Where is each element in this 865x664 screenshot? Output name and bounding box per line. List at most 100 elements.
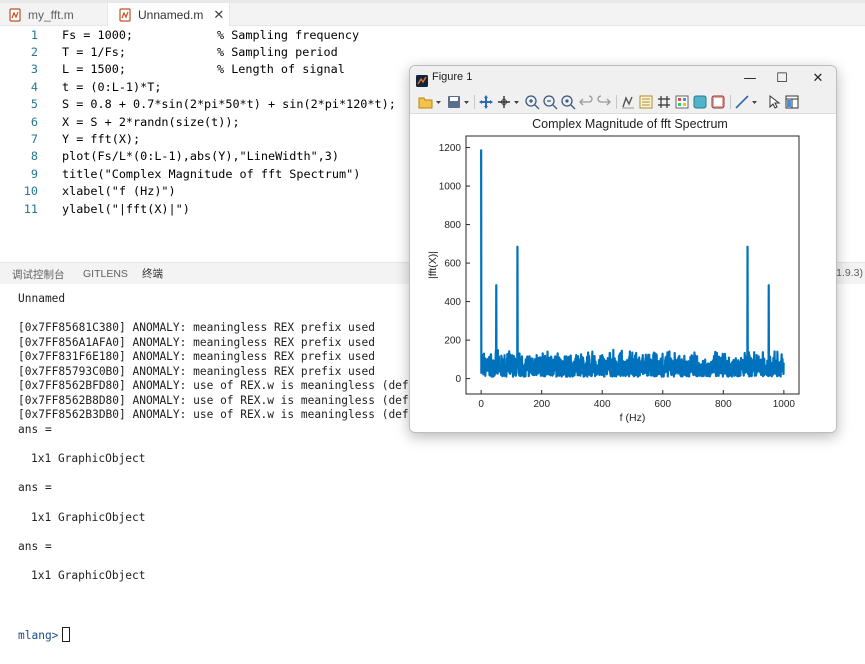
line-number: 1 [30,27,38,42]
code-statement: t = (0:L-1)*T; [62,79,162,94]
line-number: 6 [30,114,38,129]
spectrum-series-line [480,149,785,378]
y-axis-label: |fft(X)| [427,251,439,279]
code-line: 6 X = S + 2*randn(size(t)); [0,113,240,130]
data-cursor-icon[interactable] [496,94,512,110]
figure-title: Figure 1 [432,71,473,83]
series-group [480,149,785,378]
fill-icon[interactable] [692,94,708,110]
code-line: 1 Fs = 1000; % Sampling frequency [0,26,359,43]
terminal-line: [0x7FF85681C380] ANOMALY: meaningless RE… [18,321,375,334]
chevron-down-icon[interactable] [513,94,520,110]
code-text: L = 1500; [62,62,126,76]
grid-icon[interactable] [656,94,672,110]
close-icon[interactable]: ✕ [213,7,224,23]
ans-label: ans = [18,422,52,436]
zoom-in-icon[interactable] [524,94,540,110]
maximize-button[interactable]: ☐ [772,69,792,87]
toolbar-separator [474,95,475,109]
ans-label: ans = [18,481,52,494]
tab-label: my_fft.m [28,7,74,22]
ans-label: ans = [18,539,52,553]
open-file-icon[interactable] [418,94,434,110]
figure-title-bar[interactable]: Figure 1 — ☐ ✕ [410,66,836,90]
figure-window[interactable]: Figure 1 — ☐ ✕ Complex Magnitude of fft … [409,65,837,433]
colorbar-icon[interactable] [674,94,690,110]
terminal-line: [0x7FF85793C0B0] ANOMALY: meaningless RE… [18,364,375,378]
x-tick-label: 200 [533,399,550,410]
cursor [62,627,71,642]
box-icon[interactable] [710,94,726,110]
tab-label: Unnamed.m [138,8,204,22]
code-line: 5 S = 0.8 + 0.7*sin(2*pi*50*t) + sin(2*pi… [0,96,396,113]
fft-chart[interactable]: Complex Magnitude of fft Spectrum 0 200 40… [410,114,837,433]
undo-icon[interactable] [578,94,594,110]
chevron-down-icon[interactable] [751,94,758,110]
chevron-down-icon[interactable] [463,94,470,110]
chevron-down-icon[interactable] [435,94,442,110]
code-statement: X = S + 2*randn(size(t)); [62,114,240,129]
code-statement: L = 1500; [62,62,126,77]
code-statement: S = 0.8 + 0.7*sin(2*pi*50*t) + sin(2*pi*… [62,97,396,112]
code-line: 8 plot(Fs/L*(0:L-1),abs(Y),"LineWidth",3) [0,148,339,165]
line-number: 5 [30,97,38,112]
figure-toolbar [410,90,836,114]
line-number: 4 [30,79,38,94]
ans-value: 1x1 GraphicObject [31,569,146,582]
plot-area[interactable]: Complex Magnitude of fft Spectrum 0 200 40… [410,114,837,433]
minimize-button[interactable]: — [740,69,760,87]
code-line: 7 Y = fft(X); [0,130,140,147]
tab-debug-console[interactable]: 调试控制台 [12,263,65,285]
editor-tab-bar: my_fft.m Unnamed.m ✕ [0,3,865,27]
code-line: 10 xlabel("f (Hz)") [0,183,176,200]
zoom-reset-icon[interactable] [560,94,576,110]
pointer-icon[interactable] [766,94,782,110]
code-statement: plot(Fs/L*(0:L-1),abs(Y),"LineWidth",3) [62,149,339,164]
line-number: 9 [30,166,38,181]
y-tick-label: 600 [444,259,461,270]
matlab-file-icon [8,7,22,22]
code-line: 4 t = (0:L-1)*T; [0,78,162,95]
code-statement: xlabel("f (Hz)") [62,184,176,199]
line-number: 11 [23,201,38,216]
y-tick-label: 400 [444,297,461,308]
matlab-logo-icon [416,72,428,87]
close-button[interactable]: ✕ [808,69,828,87]
code-text: T = 1/Fs; [62,45,126,59]
legend-icon[interactable] [638,94,654,110]
line-number: 10 [23,184,38,199]
rotate-icon[interactable] [620,94,636,110]
code-line: 11 ylabel("|fft(X)|") [0,200,190,217]
properties-icon[interactable] [784,94,800,110]
x-tick-label: 400 [594,399,611,410]
matlab-file-icon [118,8,132,22]
y-tick-label: 1200 [439,143,462,154]
y-tick-label: 1000 [439,182,462,193]
redo-icon[interactable] [596,94,612,110]
code-statement: title("Complex Magnitude of fft Spectrum… [62,166,361,181]
tab-unnamed[interactable]: Unnamed.m ✕ [108,3,230,27]
terminal-prompt[interactable]: mlang> [18,627,71,642]
version-label: 1.9.3) [836,267,863,279]
line-tool-icon[interactable] [734,94,750,110]
ans-value: 1x1 GraphicObject [31,510,146,524]
code-statement: Y = fft(X); [62,132,141,147]
save-icon[interactable] [446,94,462,110]
code-line: 2 T = 1/Fs; % Sampling period [0,43,338,60]
terminal-line: [0x7FF8562B8D80] ANOMALY: use of REX.w i… [18,393,409,407]
terminal-line: [0x7FF8562B3DB0] ANOMALY: use of REX.w i… [18,408,409,421]
chart-title: Complex Magnitude of fft Spectrum [532,117,728,131]
toolbar-separator [616,95,617,109]
pan-icon[interactable] [478,94,494,110]
zoom-out-icon[interactable] [542,94,558,110]
tab-my-fft[interactable]: my_fft.m [0,3,108,26]
code-line: 9 title("Complex Magnitude of fft Spectru… [0,165,360,182]
terminal-header: Unnamed [18,292,66,305]
code-statement: Fs = 1000; [62,27,134,42]
tab-gitlens[interactable]: GITLENS [83,263,128,285]
code-statement: T = 1/Fs; [62,45,126,60]
line-number: 8 [30,149,38,164]
ans-value: 1x1 GraphicObject [31,452,146,465]
tab-terminal[interactable]: 终端 [142,263,163,285]
y-tick-label: 200 [444,336,461,347]
